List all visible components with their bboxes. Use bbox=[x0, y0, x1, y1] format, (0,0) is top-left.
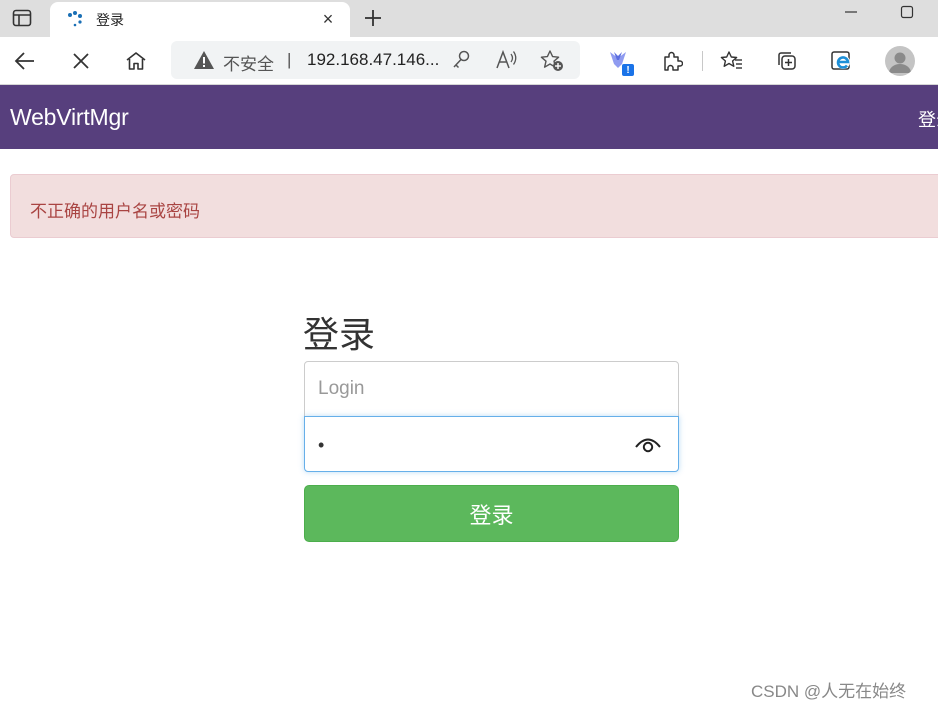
password-input[interactable]: • bbox=[304, 416, 679, 472]
key-icon[interactable] bbox=[451, 49, 471, 71]
ie-mode-icon bbox=[831, 51, 850, 70]
read-aloud-icon[interactable] bbox=[495, 49, 519, 71]
tab-close-icon[interactable]: × bbox=[316, 7, 340, 31]
minimize-icon bbox=[845, 11, 857, 13]
stop-button[interactable] bbox=[65, 45, 97, 77]
password-mask: • bbox=[318, 435, 325, 455]
new-tab-button[interactable] bbox=[359, 4, 387, 32]
back-arrow-icon bbox=[14, 52, 34, 70]
address-bar[interactable]: 不安全 | 192.168.47.146... bbox=[171, 41, 580, 79]
extensions-button[interactable] bbox=[656, 45, 688, 77]
toolbar-divider bbox=[702, 51, 703, 71]
ie-mode-button[interactable] bbox=[826, 45, 858, 77]
profile-silhouette-icon bbox=[889, 52, 911, 73]
home-icon bbox=[126, 52, 146, 70]
warning-icon bbox=[194, 51, 214, 69]
navbar: WebVirtMgr 登录 bbox=[0, 85, 938, 149]
browser-toolbar: 不安全 | 192.168.47.146... ! bbox=[0, 37, 938, 85]
back-button[interactable] bbox=[9, 45, 41, 77]
error-alert: 不正确的用户名或密码 bbox=[10, 174, 938, 238]
maximize-icon bbox=[900, 5, 914, 19]
nav-login-link[interactable]: 登录 bbox=[918, 106, 938, 132]
favorites-icon bbox=[720, 51, 742, 69]
login-title: 登录 bbox=[303, 314, 376, 355]
tab-sidebar-button[interactable] bbox=[8, 5, 36, 31]
tab-title: 登录 bbox=[96, 12, 124, 28]
loading-spinner-icon bbox=[68, 11, 82, 27]
brand-logo[interactable]: WebVirtMgr bbox=[10, 104, 129, 131]
window-minimize-button[interactable] bbox=[842, 2, 860, 22]
collections-button[interactable] bbox=[771, 45, 803, 77]
extension-badge: ! bbox=[622, 64, 634, 76]
watermark: CSDN @人无在始终 bbox=[751, 682, 907, 701]
error-message: 不正确的用户名或密码 bbox=[30, 202, 200, 221]
extensions-puzzle-icon bbox=[664, 51, 683, 71]
profile-avatar-icon[interactable] bbox=[885, 46, 915, 76]
home-button[interactable] bbox=[120, 45, 152, 77]
login-input[interactable] bbox=[304, 361, 679, 417]
browser-tab-active[interactable]: 登录 × bbox=[50, 2, 350, 37]
address-separator: | bbox=[287, 50, 292, 69]
extension-button[interactable]: ! bbox=[603, 45, 635, 77]
address-url[interactable]: 192.168.47.146... bbox=[307, 50, 439, 70]
login-submit-button[interactable]: 登录 bbox=[304, 485, 679, 542]
collections-icon bbox=[778, 52, 796, 70]
stop-icon bbox=[73, 53, 89, 69]
add-favorite-icon[interactable] bbox=[539, 49, 565, 73]
insecure-label[interactable]: 不安全 bbox=[223, 50, 274, 75]
plus-icon bbox=[365, 10, 381, 26]
favorites-button[interactable] bbox=[716, 45, 748, 77]
tab-sidebar-icon bbox=[12, 9, 32, 27]
eye-icon[interactable] bbox=[634, 434, 662, 454]
window-maximize-button[interactable] bbox=[897, 2, 917, 22]
browser-tab-bar: 登录 × bbox=[0, 0, 938, 37]
